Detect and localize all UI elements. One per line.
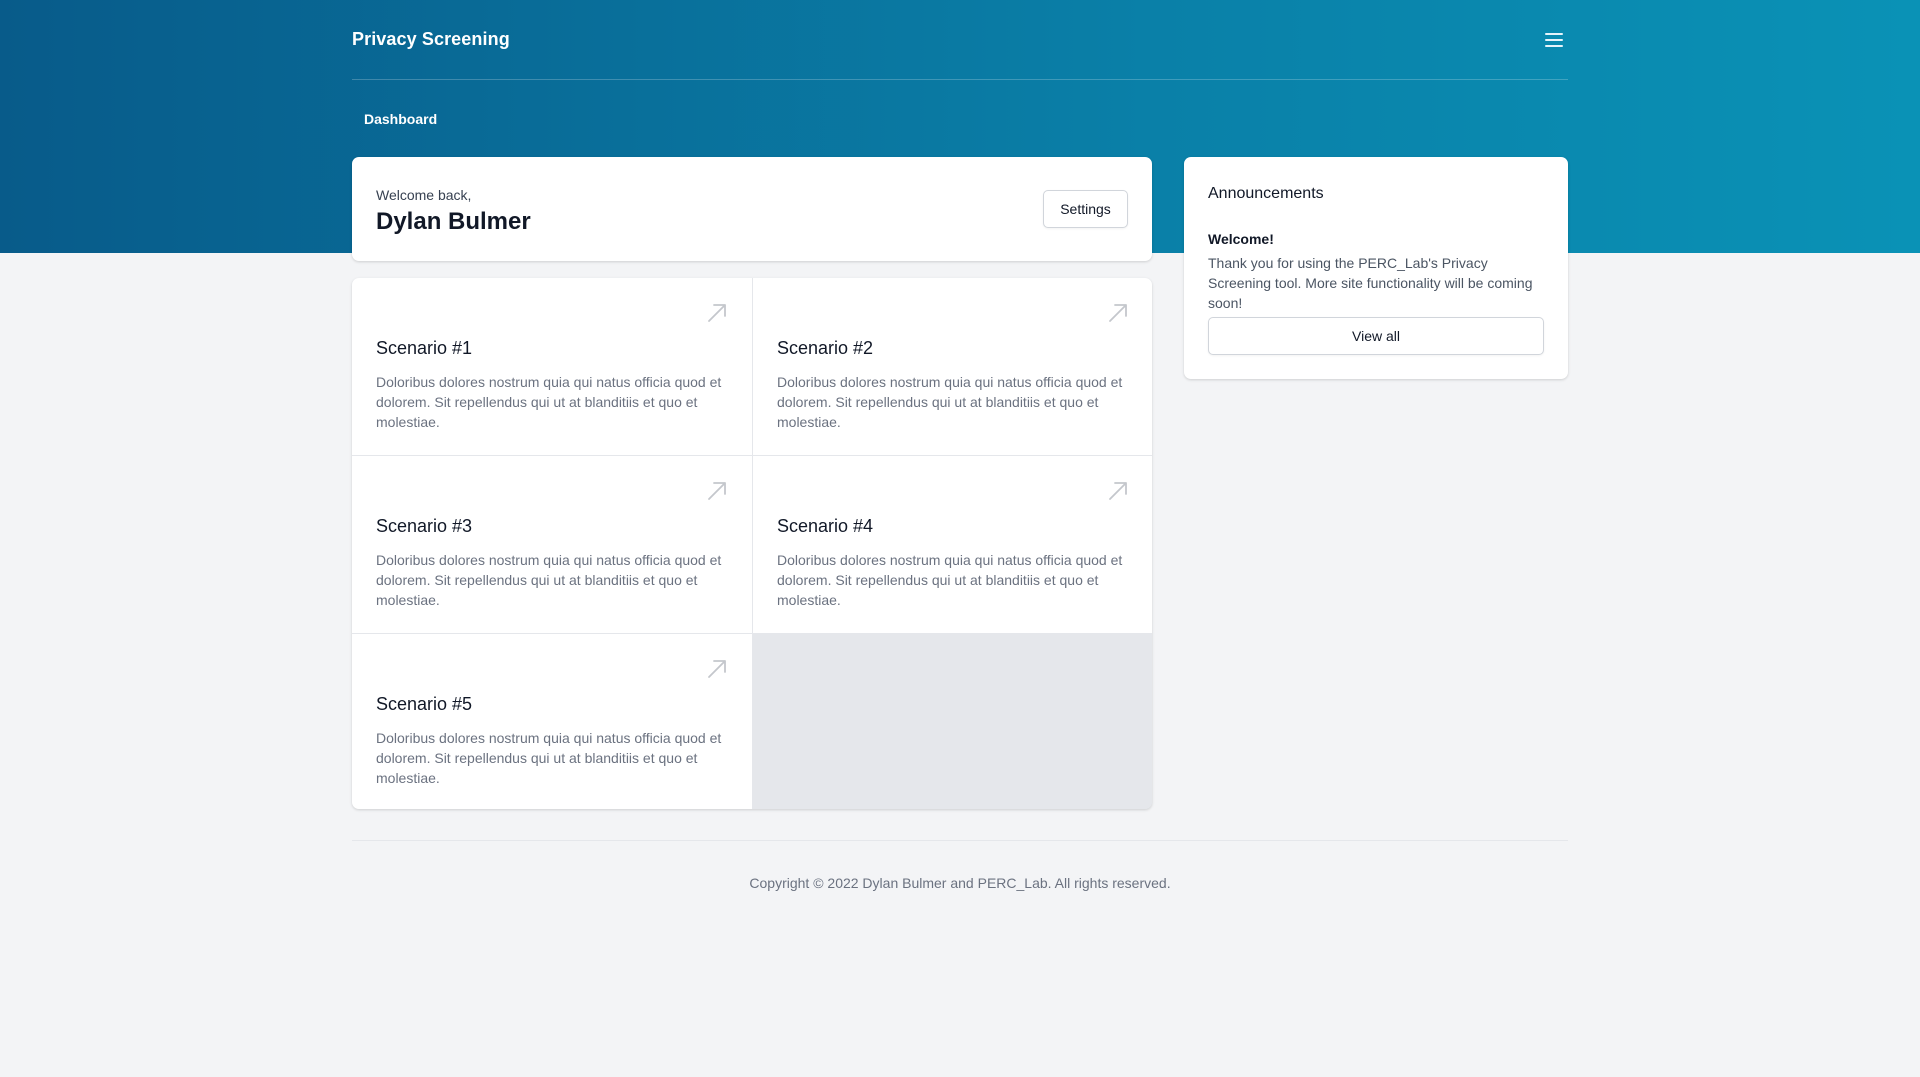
- arrow-up-right-icon: [1109, 482, 1127, 500]
- announcements-heading: Announcements: [1208, 185, 1324, 202]
- scenario-card-5[interactable]: Scenario #5 Doloribus dolores nostrum qu…: [352, 634, 752, 809]
- scenario-title: Scenario #5: [376, 694, 473, 714]
- scenario-title: Scenario #2: [777, 338, 874, 358]
- arrow-up-right-icon: [1109, 304, 1127, 322]
- scenario-description: Doloribus dolores nostrum quia qui natus…: [777, 552, 1123, 608]
- scenario-description: Doloribus dolores nostrum quia qui natus…: [376, 730, 722, 786]
- arrow-up-right-icon: [708, 660, 726, 678]
- empty-grid-cell: [753, 634, 1152, 809]
- scenario-title: Scenario #3: [376, 516, 473, 536]
- app-brand[interactable]: Privacy Screening: [352, 29, 510, 50]
- welcome-card: Welcome back, Dylan Bulmer Settings: [352, 157, 1152, 261]
- announcements-card: Announcements Welcome! Thank you for usi…: [1184, 157, 1568, 379]
- sub-navigation: Dashboard: [352, 106, 1568, 132]
- scenario-description: Doloribus dolores nostrum quia qui natus…: [777, 374, 1123, 430]
- scenario-description: Doloribus dolores nostrum quia qui natus…: [376, 552, 722, 608]
- scenario-card-2[interactable]: Scenario #2 Doloribus dolores nostrum qu…: [753, 278, 1152, 455]
- arrow-up-right-icon: [708, 482, 726, 500]
- footer-divider: [352, 840, 1568, 841]
- user-name: Dylan Bulmer: [376, 208, 531, 235]
- scenario-title: Scenario #1: [376, 338, 473, 358]
- announcement-body: Thank you for using the PERC_Lab's Priva…: [1208, 255, 1533, 311]
- scenario-card-3[interactable]: Scenario #3 Doloribus dolores nostrum qu…: [352, 456, 752, 633]
- top-navbar: Privacy Screening: [352, 0, 1568, 80]
- hamburger-menu-icon[interactable]: [1540, 26, 1568, 54]
- arrow-up-right-icon: [708, 304, 726, 322]
- view-all-button[interactable]: View all: [1208, 317, 1544, 355]
- scenario-title: Scenario #4: [777, 516, 874, 536]
- scenario-grid: Scenario #1 Doloribus dolores nostrum qu…: [352, 278, 1152, 809]
- footer-copyright: Copyright © 2022 Dylan Bulmer and PERC_L…: [749, 875, 1171, 891]
- tab-dashboard[interactable]: Dashboard: [352, 107, 449, 131]
- scenario-card-4[interactable]: Scenario #4 Doloribus dolores nostrum qu…: [753, 456, 1152, 633]
- scenario-card-1[interactable]: Scenario #1 Doloribus dolores nostrum qu…: [352, 278, 752, 455]
- settings-button[interactable]: Settings: [1043, 190, 1128, 228]
- announcement-title: Welcome!: [1208, 231, 1274, 247]
- welcome-greeting: Welcome back,: [376, 187, 472, 203]
- scenario-description: Doloribus dolores nostrum quia qui natus…: [376, 374, 722, 430]
